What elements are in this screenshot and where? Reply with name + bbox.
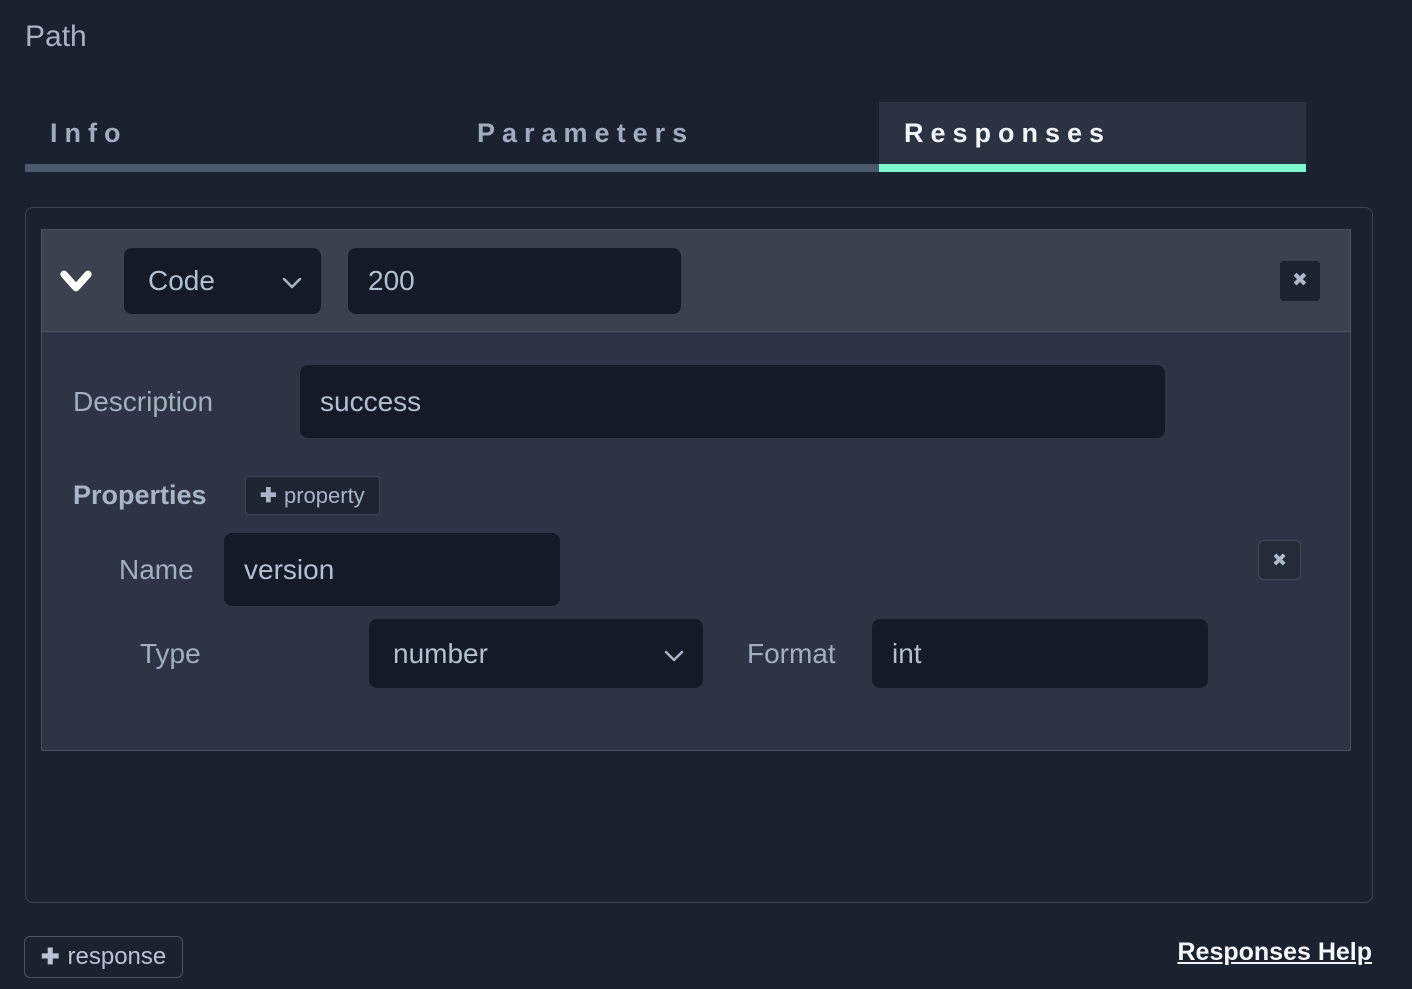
- property-type-select-value: number: [393, 638, 488, 670]
- status-code-input[interactable]: [348, 248, 681, 314]
- response-card: Code ✖ Description Properties ✚: [41, 229, 1351, 751]
- add-response-button[interactable]: ✚ response: [24, 936, 183, 978]
- add-property-button[interactable]: ✚ property: [245, 476, 380, 515]
- tab-responses[interactable]: Responses: [879, 102, 1306, 172]
- remove-property-button[interactable]: ✖: [1258, 540, 1301, 580]
- description-input[interactable]: [300, 365, 1165, 438]
- description-label: Description: [73, 365, 213, 438]
- plus-icon: ✚: [41, 944, 60, 970]
- tab-bar: Info Parameters Responses: [25, 102, 1306, 172]
- code-type-select[interactable]: Code: [124, 248, 321, 314]
- path-editor-screen: Path Info Parameters Responses Code: [0, 0, 1412, 989]
- property-format-input[interactable]: [872, 619, 1208, 688]
- collapse-chevron-down-icon[interactable]: [60, 267, 94, 295]
- add-response-label: response: [68, 943, 167, 971]
- property-name-input[interactable]: [224, 533, 560, 606]
- tab-parameters-label: Parameters: [477, 118, 694, 148]
- property-type-label: Type: [140, 619, 201, 688]
- property-type-select[interactable]: number: [369, 619, 703, 688]
- responses-help-link[interactable]: Responses Help: [1177, 938, 1372, 967]
- responses-panel: Code ✖ Description Properties ✚: [25, 207, 1373, 903]
- close-icon: ✖: [1292, 269, 1308, 292]
- response-card-header: Code ✖: [42, 230, 1350, 332]
- tab-info-label: Info: [50, 118, 127, 148]
- response-card-body: Description Properties ✚ property Name ✖…: [42, 332, 1350, 751]
- tab-parameters[interactable]: Parameters: [452, 102, 879, 172]
- page-title: Path: [25, 20, 87, 54]
- chevron-down-icon: [663, 638, 685, 670]
- property-format-label: Format: [747, 619, 836, 688]
- plus-icon: ✚: [260, 483, 277, 508]
- code-type-select-value: Code: [148, 265, 215, 297]
- add-property-label: property: [284, 483, 365, 509]
- properties-label: Properties: [73, 476, 207, 515]
- property-name-label: Name: [119, 533, 194, 606]
- remove-response-button[interactable]: ✖: [1280, 261, 1320, 301]
- close-icon: ✖: [1272, 550, 1287, 571]
- tab-responses-label: Responses: [904, 118, 1111, 148]
- chevron-down-icon: [281, 265, 303, 297]
- tab-info[interactable]: Info: [25, 102, 452, 172]
